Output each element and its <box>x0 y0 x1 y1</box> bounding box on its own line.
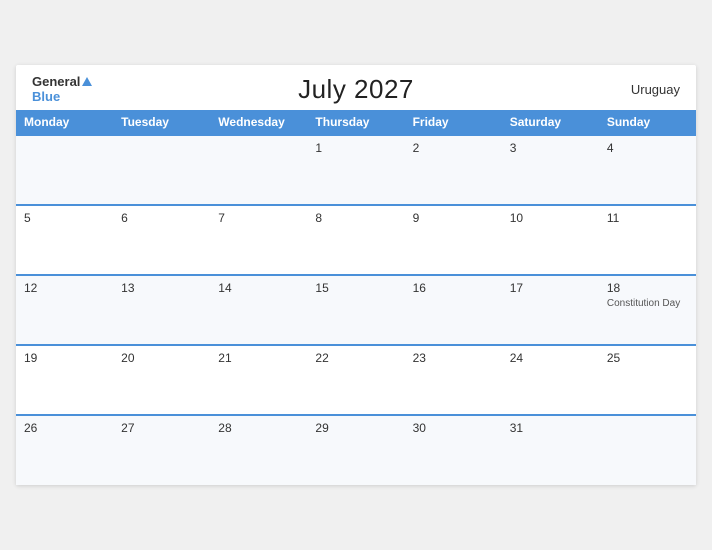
day-cell: 15 <box>307 275 404 345</box>
day-cell: 24 <box>502 345 599 415</box>
day-number: 30 <box>413 421 494 435</box>
day-cell: 14 <box>210 275 307 345</box>
day-cell: 1 <box>307 135 404 205</box>
day-number: 18 <box>607 281 688 295</box>
day-number: 25 <box>607 351 688 365</box>
day-number: 7 <box>218 211 299 225</box>
day-cell: 8 <box>307 205 404 275</box>
day-cell: 17 <box>502 275 599 345</box>
weekday-header: Saturday <box>502 110 599 135</box>
day-number: 14 <box>218 281 299 295</box>
day-cell: 9 <box>405 205 502 275</box>
weekday-header-row: MondayTuesdayWednesdayThursdayFridaySatu… <box>16 110 696 135</box>
day-number: 24 <box>510 351 591 365</box>
day-number: 9 <box>413 211 494 225</box>
day-number: 13 <box>121 281 202 295</box>
day-number: 4 <box>607 141 688 155</box>
day-number: 2 <box>413 141 494 155</box>
day-number: 23 <box>413 351 494 365</box>
day-cell: 30 <box>405 415 502 485</box>
day-cell: 2 <box>405 135 502 205</box>
day-number: 20 <box>121 351 202 365</box>
day-number: 17 <box>510 281 591 295</box>
day-cell: 26 <box>16 415 113 485</box>
weekday-header: Friday <box>405 110 502 135</box>
day-cell: 10 <box>502 205 599 275</box>
day-number: 16 <box>413 281 494 295</box>
day-number: 22 <box>315 351 396 365</box>
day-number: 19 <box>24 351 105 365</box>
week-row: 19 20 21 22 23 24 25 <box>16 345 696 415</box>
day-number: 29 <box>315 421 396 435</box>
weekday-header: Tuesday <box>113 110 210 135</box>
day-cell: 31 <box>502 415 599 485</box>
day-number: 3 <box>510 141 591 155</box>
day-cell: 12 <box>16 275 113 345</box>
day-number: 28 <box>218 421 299 435</box>
day-cell: 6 <box>113 205 210 275</box>
day-number: 8 <box>315 211 396 225</box>
logo: GeneralBlue <box>32 75 92 104</box>
day-cell: 22 <box>307 345 404 415</box>
country-label: Uruguay <box>631 82 680 97</box>
week-row: 5 6 7 8 9 10 11 <box>16 205 696 275</box>
weekday-header: Monday <box>16 110 113 135</box>
calendar-title: July 2027 <box>298 74 414 105</box>
day-number: 6 <box>121 211 202 225</box>
day-number: 1 <box>315 141 396 155</box>
day-number: 21 <box>218 351 299 365</box>
day-cell: 11 <box>599 205 696 275</box>
day-cell: 18 Constitution Day <box>599 275 696 345</box>
day-number: 15 <box>315 281 396 295</box>
day-number: 5 <box>24 211 105 225</box>
day-cell: 21 <box>210 345 307 415</box>
day-cell: 5 <box>16 205 113 275</box>
day-cell: 27 <box>113 415 210 485</box>
weekday-header: Thursday <box>307 110 404 135</box>
day-number: 11 <box>607 211 688 225</box>
day-cell: 25 <box>599 345 696 415</box>
day-cell: 23 <box>405 345 502 415</box>
day-cell: 4 <box>599 135 696 205</box>
day-number: 31 <box>510 421 591 435</box>
day-number: 27 <box>121 421 202 435</box>
day-cell: 28 <box>210 415 307 485</box>
week-row: 1 2 3 4 <box>16 135 696 205</box>
day-cell: 13 <box>113 275 210 345</box>
day-cell: 16 <box>405 275 502 345</box>
day-cell <box>210 135 307 205</box>
calendar-header: GeneralBlue July 2027 Uruguay <box>16 65 696 110</box>
day-cell <box>113 135 210 205</box>
day-number: 26 <box>24 421 105 435</box>
holiday-label: Constitution Day <box>607 298 688 310</box>
day-cell <box>16 135 113 205</box>
day-cell <box>599 415 696 485</box>
day-cell: 3 <box>502 135 599 205</box>
weekday-header: Sunday <box>599 110 696 135</box>
week-row: 26 27 28 29 30 31 <box>16 415 696 485</box>
calendar-grid: MondayTuesdayWednesdayThursdayFridaySatu… <box>16 110 696 485</box>
day-cell: 20 <box>113 345 210 415</box>
day-cell: 19 <box>16 345 113 415</box>
day-cell: 29 <box>307 415 404 485</box>
day-number: 12 <box>24 281 105 295</box>
weekday-header: Wednesday <box>210 110 307 135</box>
day-number: 10 <box>510 211 591 225</box>
day-cell: 7 <box>210 205 307 275</box>
calendar-container: GeneralBlue July 2027 Uruguay MondayTuesda… <box>16 65 696 485</box>
week-row: 12 13 14 15 16 17 18 Constitution Day <box>16 275 696 345</box>
